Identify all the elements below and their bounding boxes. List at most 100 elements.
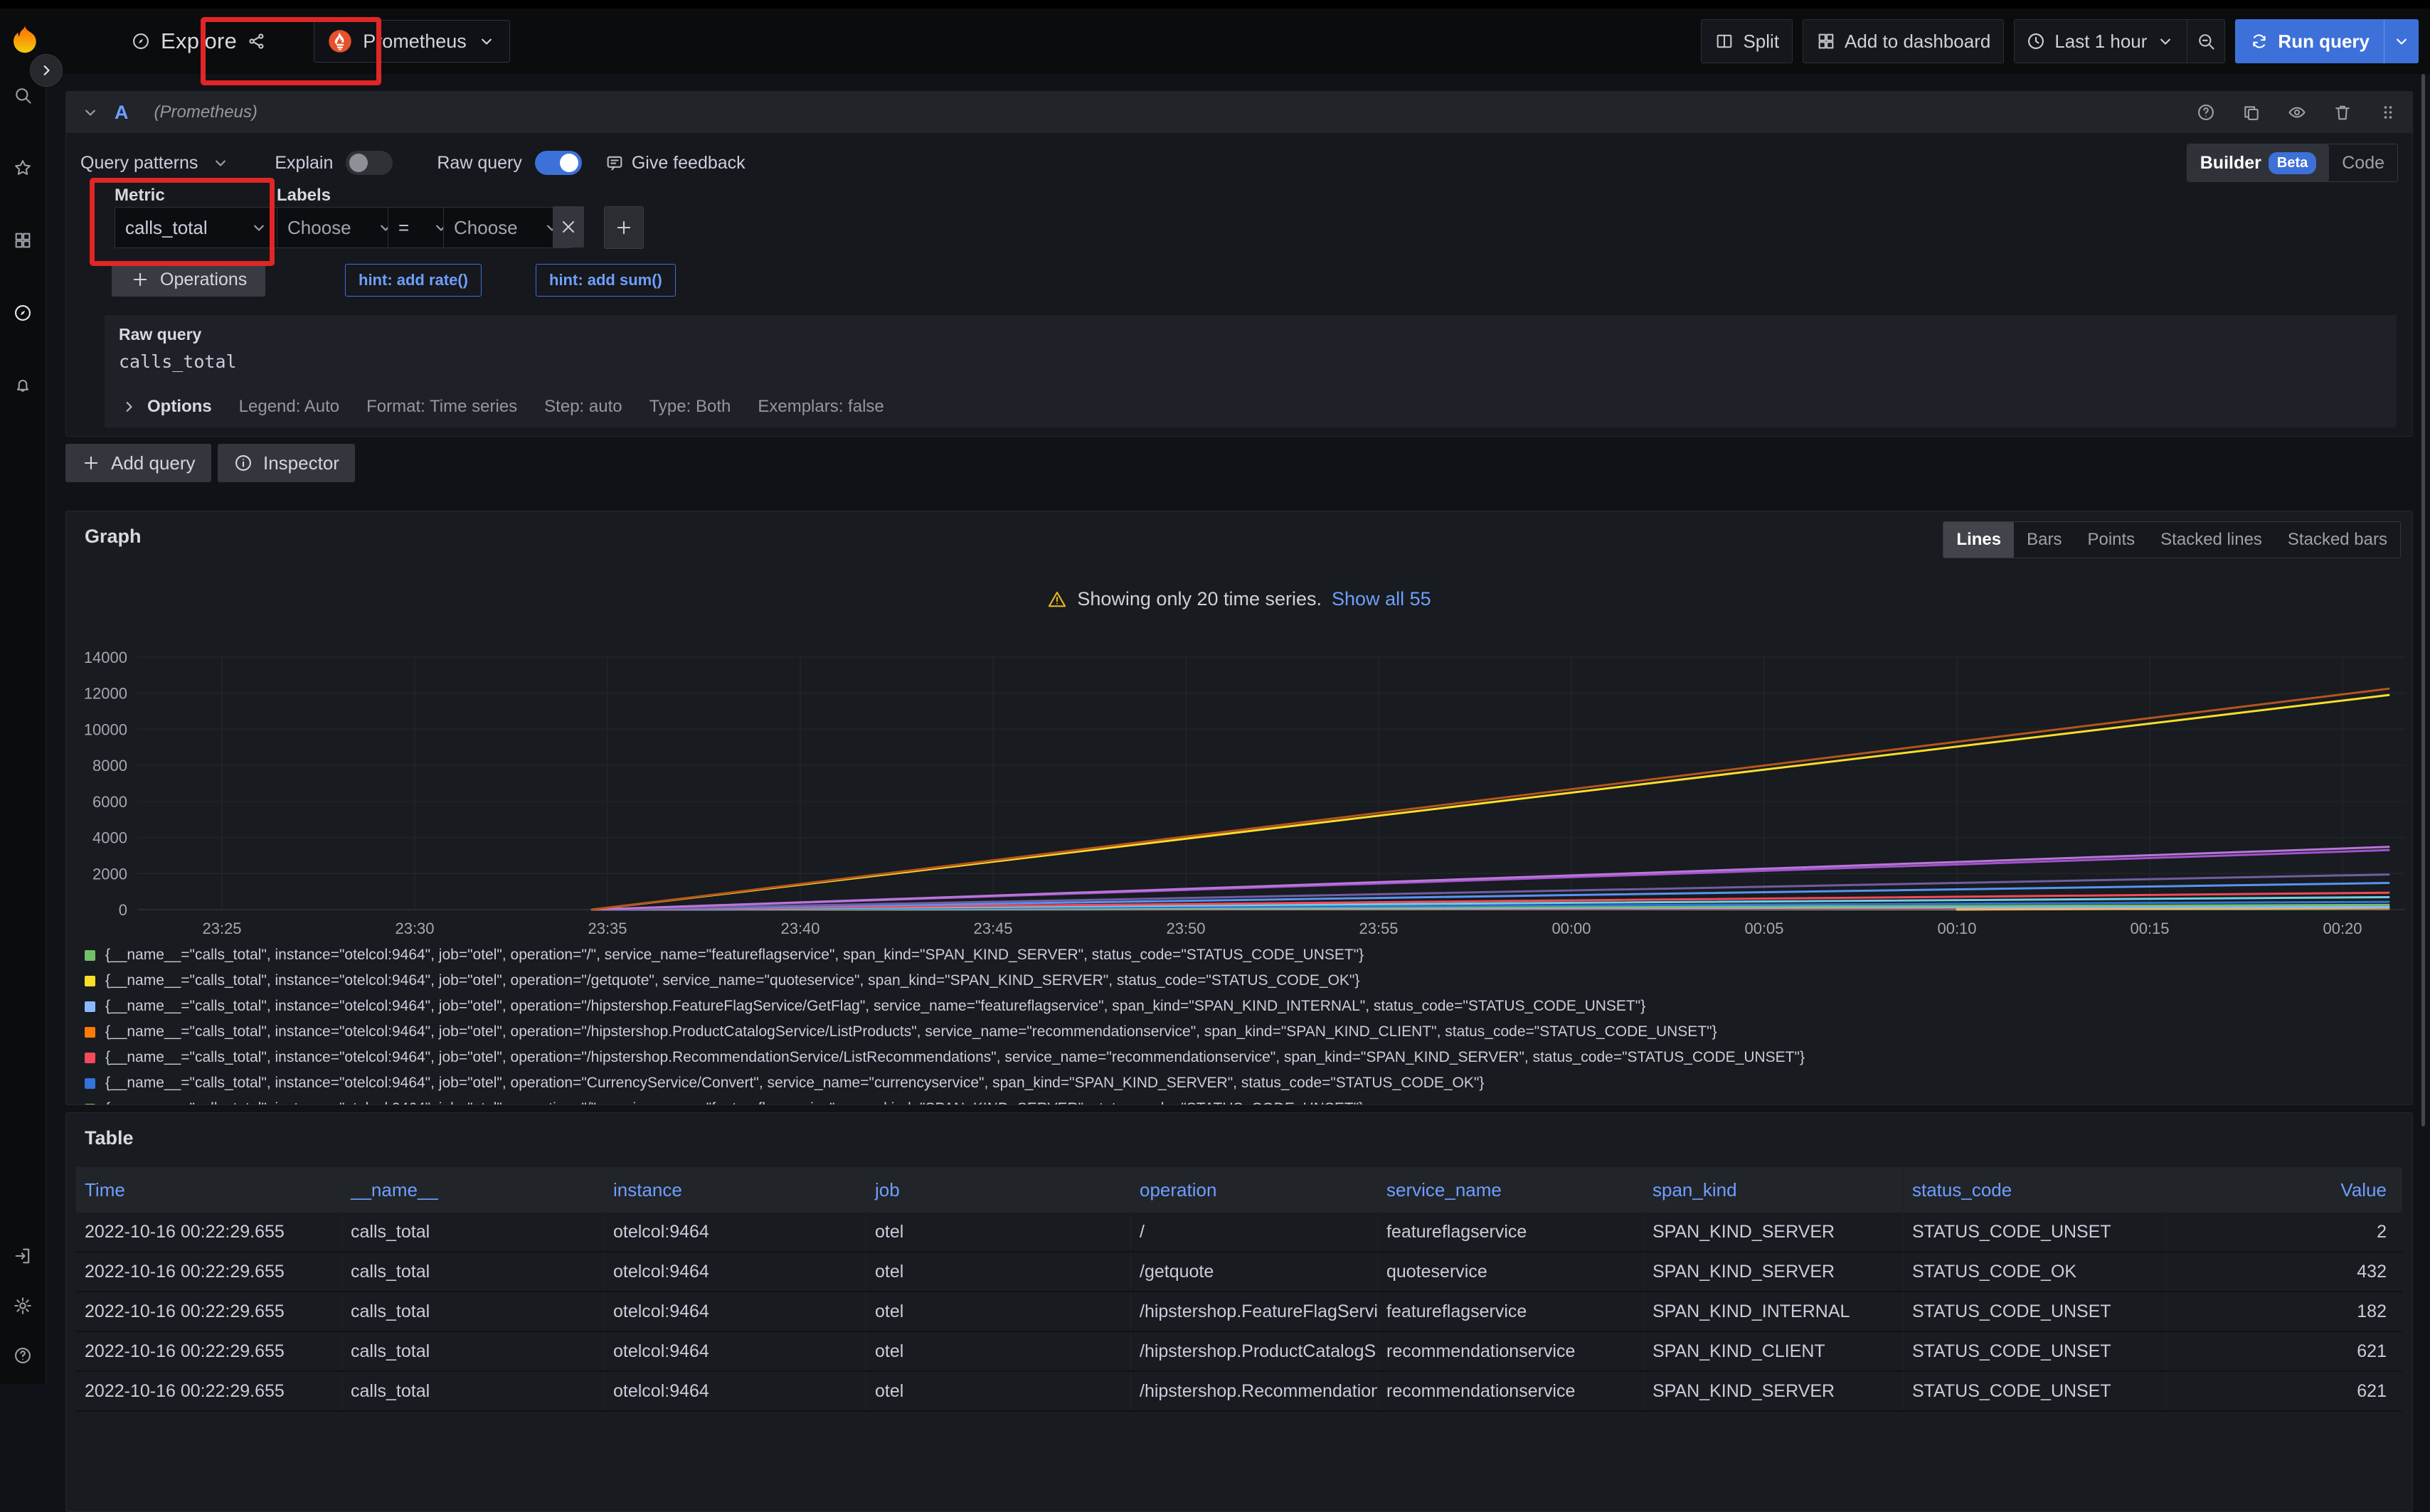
inspector-button[interactable]: Inspector	[218, 444, 355, 482]
legend-series-label: {__name__="calls_total", instance="otelc…	[105, 947, 1364, 964]
query-row-header[interactable]: A (Prometheus)	[66, 92, 2412, 133]
run-query-dropdown[interactable]	[2384, 19, 2419, 63]
sidebar-item-sign-in[interactable]	[13, 1246, 33, 1266]
legend-item-partial[interactable]: {__name__="calls_total", instance="otelc…	[85, 1096, 2398, 1104]
graph-mode-points[interactable]: Points	[2074, 522, 2148, 558]
add-to-dashboard-button[interactable]: Add to dashboard	[1803, 19, 2004, 63]
table-cell: otelcol:9464	[605, 1332, 866, 1370]
show-all-series-link[interactable]: Show all 55	[1332, 588, 1431, 610]
query-hint-button[interactable]: hint: add sum()	[536, 264, 676, 297]
legend-item[interactable]: {__name__="calls_total", instance="otelc…	[85, 942, 2398, 968]
share-icon[interactable]	[247, 31, 267, 51]
legend-item[interactable]: {__name__="calls_total", instance="otelc…	[85, 994, 2398, 1019]
time-series-chart[interactable]: 0200040006000800010000120001400023:2523:…	[66, 639, 2412, 952]
sidebar-item-configuration[interactable]	[13, 1296, 33, 1316]
legend-item[interactable]: {__name__="calls_total", instance="otelc…	[85, 1019, 2398, 1045]
delete-query-icon[interactable]	[2333, 102, 2352, 122]
refresh-icon	[2249, 31, 2269, 51]
graph-mode-lines[interactable]: Lines	[1943, 522, 2014, 558]
legend-series-label: {__name__="calls_total", instance="otelc…	[105, 1049, 1805, 1066]
query-hint-button[interactable]: hint: add rate()	[345, 264, 482, 297]
svg-text:6000: 6000	[92, 793, 127, 811]
grafana-logo[interactable]	[9, 23, 41, 59]
close-icon	[558, 217, 578, 237]
chevron-down-icon[interactable]	[80, 102, 100, 122]
option-summary-item: Type: Both	[649, 397, 731, 417]
sidebar-item-starred[interactable]	[13, 158, 33, 178]
datasource-picker[interactable]: Prometheus	[314, 20, 510, 63]
column-header-time[interactable]: Time	[76, 1167, 342, 1213]
svg-text:2000: 2000	[92, 865, 127, 883]
graph-panel: Graph LinesBarsPointsStacked linesStacke…	[65, 511, 2413, 1105]
column-header-job[interactable]: job	[866, 1167, 1131, 1213]
options-summary: Legend: AutoFormat: Time seriesStep: aut…	[239, 397, 884, 417]
column-header-servicename[interactable]: service_name	[1378, 1167, 1644, 1213]
graph-mode-bars[interactable]: Bars	[2014, 522, 2074, 558]
svg-text:23:50: 23:50	[1166, 920, 1205, 937]
sidebar-item-explore[interactable]	[13, 303, 33, 323]
query-editor-panel: A (Prometheus) Query patterns Explain Ra…	[65, 91, 2413, 437]
svg-text:4000: 4000	[92, 829, 127, 847]
options-expander[interactable]: Options	[119, 397, 212, 417]
builder-code-switch: Builder Beta Code	[2187, 144, 2398, 182]
column-header-instance[interactable]: instance	[605, 1167, 866, 1213]
raw-query-toggle[interactable]	[535, 151, 582, 175]
split-button[interactable]: Split	[1701, 19, 1793, 63]
table-row: 2022-10-16 00:22:29.655calls_totalotelco…	[76, 1213, 2402, 1252]
add-query-button[interactable]: Add query	[65, 444, 211, 482]
sidebar-item-help[interactable]	[13, 1346, 33, 1365]
graph-mode-switch: LinesBarsPointsStacked linesStacked bars	[1943, 521, 2401, 558]
add-label-filter-button[interactable]	[604, 206, 644, 249]
sidebar-item-search[interactable]	[13, 85, 33, 105]
warning-icon	[1047, 590, 1067, 609]
graph-mode-stacked-bars[interactable]: Stacked bars	[2275, 522, 2400, 558]
builder-mode-tab[interactable]: Builder Beta	[2187, 144, 2329, 181]
comment-icon	[605, 153, 625, 173]
chevron-down-icon	[249, 218, 269, 238]
svg-text:00:00: 00:00	[1551, 920, 1591, 937]
sidebar-item-dashboards[interactable]	[13, 230, 33, 250]
hide-query-icon[interactable]	[2287, 102, 2307, 122]
table-cell: recommendationservice	[1378, 1332, 1644, 1370]
table-header-row: Time__name__instancejoboperationservice_…	[76, 1167, 2402, 1213]
column-header-name[interactable]: __name__	[342, 1167, 605, 1213]
query-help-icon[interactable]	[2196, 102, 2216, 122]
sidebar-item-alerting[interactable]	[13, 376, 33, 395]
column-header-spankind[interactable]: span_kind	[1644, 1167, 1904, 1213]
table-cell: SPAN_KIND_INTERNAL	[1644, 1292, 1904, 1331]
query-datasource-hint: (Prometheus)	[154, 102, 258, 122]
table-cell: otelcol:9464	[605, 1252, 866, 1291]
time-range-picker[interactable]: Last 1 hour	[2015, 20, 2187, 63]
svg-text:23:45: 23:45	[973, 920, 1012, 937]
legend-item[interactable]: {__name__="calls_total", instance="otelc…	[85, 968, 2398, 994]
table-cell: SPAN_KIND_SERVER	[1644, 1372, 1904, 1410]
drag-handle-icon[interactable]	[2378, 102, 2398, 122]
zoom-out-time-button[interactable]	[2187, 20, 2224, 63]
beta-badge: Beta	[2269, 152, 2316, 174]
column-header-operation[interactable]: operation	[1131, 1167, 1378, 1213]
table-cell: /hipstershop.FeatureFlagServi...	[1131, 1292, 1378, 1331]
svg-text:00:20: 00:20	[2323, 920, 2362, 937]
legend-item[interactable]: {__name__="calls_total", instance="otelc…	[85, 1070, 2398, 1096]
copy-query-icon[interactable]	[2241, 102, 2261, 122]
sidebar-expand-button[interactable]	[30, 54, 63, 87]
table-cell: otel	[866, 1332, 1131, 1370]
graph-panel-title: Graph	[85, 526, 142, 548]
operations-button[interactable]: Operations	[112, 262, 265, 297]
table-cell: recommendationservice	[1378, 1372, 1644, 1410]
label-key-select[interactable]: Choose	[277, 207, 406, 248]
run-query-button[interactable]: Run query	[2235, 19, 2419, 63]
remove-label-filter-button[interactable]	[553, 206, 584, 247]
query-patterns-dropdown[interactable]: Query patterns	[80, 153, 198, 174]
explain-toggle[interactable]	[346, 151, 393, 175]
chevron-down-icon	[477, 31, 497, 51]
column-header-value[interactable]: Value	[2167, 1167, 2402, 1213]
give-feedback-link[interactable]: Give feedback	[605, 153, 746, 174]
page-scrollbar[interactable]	[2421, 74, 2425, 1127]
code-mode-tab[interactable]: Code	[2329, 144, 2397, 181]
table-cell: featureflagservice	[1378, 1292, 1644, 1331]
column-header-statuscode[interactable]: status_code	[1904, 1167, 2167, 1213]
graph-mode-stacked-lines[interactable]: Stacked lines	[2148, 522, 2275, 558]
metric-select[interactable]: calls_total	[115, 207, 280, 248]
legend-item[interactable]: {__name__="calls_total", instance="otelc…	[85, 1045, 2398, 1070]
